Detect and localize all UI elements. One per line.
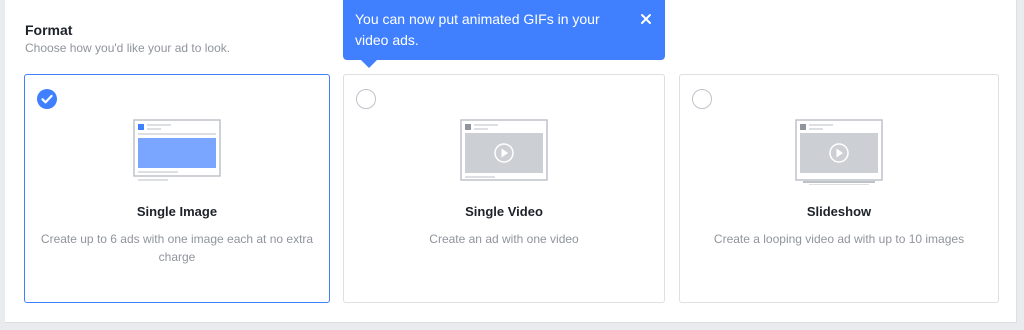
announcement-tooltip: You can now put animated GIFs in your vi… xyxy=(343,0,665,68)
option-description: Create an ad with one video xyxy=(429,232,579,246)
radio-unchecked-icon[interactable] xyxy=(692,89,712,109)
format-option-single-video[interactable]: Single Video Create an ad with one video xyxy=(343,74,665,303)
tooltip-text: You can now put animated GIFs in your vi… xyxy=(355,11,600,48)
format-option-single-image[interactable]: Single Image Create up to 6 ads with one… xyxy=(24,74,330,303)
single-video-thumbnail-icon xyxy=(460,119,548,181)
option-title: Single Image xyxy=(136,204,218,219)
format-option-slideshow[interactable]: Slideshow Create a looping video ad with… xyxy=(679,74,999,303)
option-title: Single Video xyxy=(465,204,543,219)
single-image-thumbnail-icon xyxy=(133,119,221,181)
option-title: Slideshow xyxy=(806,204,872,219)
radio-unchecked-icon[interactable] xyxy=(356,89,376,109)
close-icon[interactable] xyxy=(639,12,653,26)
option-description: Create up to 6 ads with one image each a… xyxy=(40,232,314,264)
slideshow-thumbnail-icon xyxy=(795,119,883,185)
format-subheading: Choose how you'd like your ad to look. xyxy=(25,41,231,55)
option-description: Create a looping video ad with up to 10 … xyxy=(713,232,965,246)
format-heading: Format xyxy=(25,22,73,38)
radio-checked-icon[interactable] xyxy=(37,89,57,109)
